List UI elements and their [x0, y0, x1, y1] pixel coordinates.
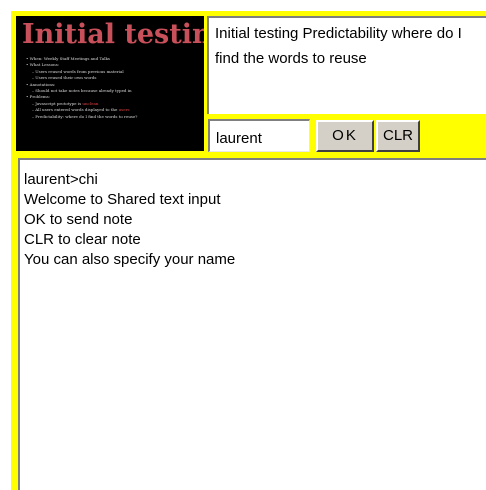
- clr-button[interactable]: CLR: [376, 120, 420, 152]
- note-line: laurent>chi: [24, 171, 98, 188]
- slide-bullet-highlight: unclean: [82, 100, 99, 106]
- slide-bullet-list: When: Weekly Staff Meetings and TalksWha…: [26, 56, 198, 120]
- slide-thumbnail: Initial testing When: Weekly Staff Meeti…: [16, 16, 204, 151]
- shared-notes-area[interactable]: laurent>chi Welcome to Shared text input…: [18, 158, 486, 490]
- note-line: Welcome to Shared text input: [24, 191, 221, 208]
- ok-button[interactable]: OK: [316, 120, 374, 152]
- slide-bullet-highlight: users: [118, 107, 130, 113]
- name-input[interactable]: [208, 119, 310, 152]
- note-line: You can also specify your name: [24, 251, 236, 268]
- topic-text-panel: Initial testing Predictability where do …: [207, 16, 486, 114]
- note-line: OK to send note: [24, 211, 133, 228]
- slide-bullet: Predictability: where do I find the word…: [26, 114, 198, 120]
- slide-title: Initial testing: [22, 19, 204, 50]
- note-line: CLR to clear note: [24, 231, 141, 248]
